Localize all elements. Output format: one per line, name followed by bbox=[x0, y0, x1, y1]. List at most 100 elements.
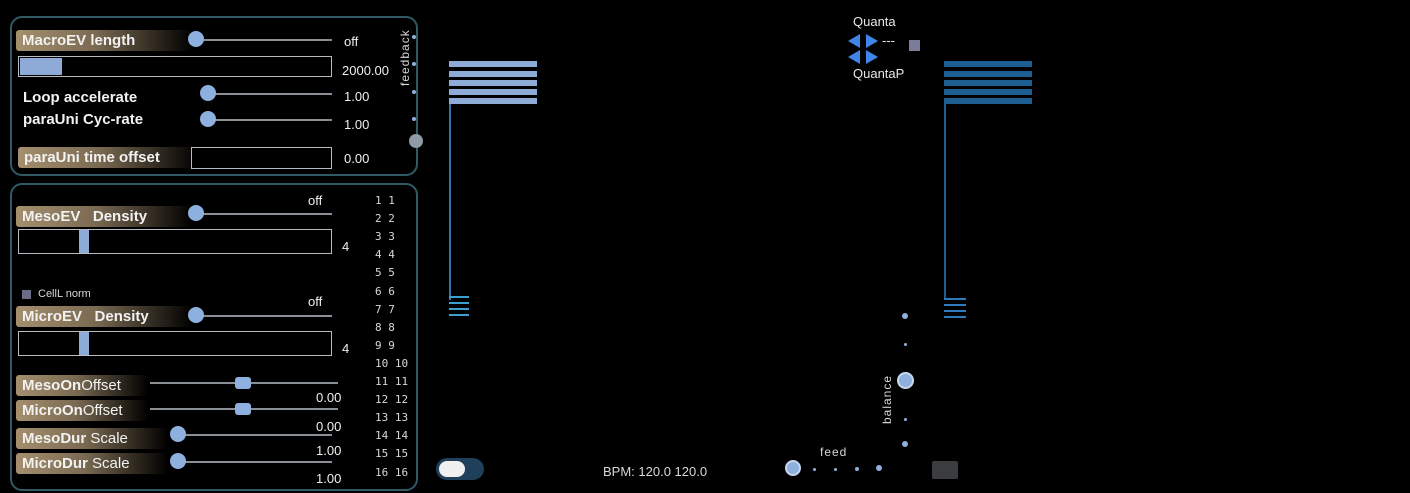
micro-density-box[interactable] bbox=[18, 331, 332, 356]
feed-label: feed bbox=[820, 445, 848, 459]
time-offset-box[interactable] bbox=[191, 147, 332, 169]
quanta-value: --- bbox=[882, 33, 895, 48]
macro-length-box-fill bbox=[20, 58, 62, 75]
channel-number: 7 7 bbox=[375, 302, 395, 316]
micro-dur-scale-track[interactable] bbox=[178, 461, 332, 463]
left-tick-3 bbox=[449, 308, 469, 310]
meso-dur-a: MesoDur bbox=[22, 430, 87, 447]
cyc-rate-label-a: paraUni bbox=[23, 111, 79, 128]
micro-on-a: MicroOn bbox=[22, 402, 83, 419]
micro-dur-scale-knob[interactable] bbox=[170, 453, 186, 469]
time-offset-value: 0.00 bbox=[344, 151, 370, 166]
meso-status: off bbox=[308, 193, 323, 208]
feed-dot-4[interactable] bbox=[876, 465, 882, 471]
meso-density-box[interactable] bbox=[18, 229, 332, 254]
micro-label-b: Density bbox=[94, 308, 149, 325]
meso-label-b: Density bbox=[92, 208, 148, 225]
meso-density-marker bbox=[79, 230, 89, 253]
macro-length-slider-knob[interactable] bbox=[188, 31, 204, 47]
cyc-rate-knob[interactable] bbox=[200, 111, 216, 127]
right-tick-2 bbox=[944, 304, 966, 306]
left-tick-4 bbox=[449, 314, 469, 316]
right-bar-stem bbox=[944, 104, 946, 300]
balance-dot-2[interactable] bbox=[904, 343, 907, 346]
cyc-rate-value: 1.00 bbox=[344, 117, 370, 132]
quanta-arrows-icon[interactable] bbox=[848, 34, 878, 48]
left-bar-2 bbox=[449, 71, 537, 77]
balance-dot-1[interactable] bbox=[902, 313, 908, 319]
micro-dur-b: Scale bbox=[92, 455, 130, 472]
play-toggle-thumb bbox=[439, 461, 465, 477]
cyc-rate-label: paraUni Cyc-rate bbox=[23, 111, 143, 128]
cyc-rate-track[interactable] bbox=[210, 119, 332, 121]
feed-dot-2[interactable] bbox=[834, 468, 837, 471]
feed-dot-1[interactable] bbox=[813, 468, 816, 471]
meso-density-knob[interactable] bbox=[188, 205, 204, 221]
channel-number: 11 11 bbox=[375, 375, 409, 388]
left-bar-4 bbox=[449, 89, 537, 95]
channel-number: 16 16 bbox=[375, 465, 409, 479]
feedback-dot-2[interactable] bbox=[412, 62, 416, 66]
right-tick-3 bbox=[944, 310, 966, 312]
micro-dur-a: MicroDur bbox=[22, 455, 88, 472]
meso-dur-scale-track[interactable] bbox=[178, 434, 332, 436]
meso-dur-b: Scale bbox=[90, 430, 128, 447]
channel-number: 8 8 bbox=[375, 320, 395, 334]
micro-density-label: MicroEV Density bbox=[16, 306, 193, 327]
right-bar-3 bbox=[944, 80, 1032, 86]
micro-density-knob[interactable] bbox=[188, 307, 204, 323]
micro-density-track[interactable] bbox=[196, 315, 332, 317]
loop-accelerate-value: 1.00 bbox=[344, 89, 370, 104]
loop-accelerate-track[interactable] bbox=[210, 93, 332, 95]
feed-dot-3[interactable] bbox=[855, 467, 859, 471]
left-bar-stem bbox=[449, 104, 451, 300]
loop-accelerate-label: Loop accelerate bbox=[23, 89, 138, 106]
feedback-label: feedback bbox=[398, 29, 412, 86]
meso-on-offset-label: MesoOnOffset bbox=[16, 375, 148, 396]
left-bar-5 bbox=[449, 98, 537, 104]
time-offset-label: paraUni time offset bbox=[18, 147, 198, 168]
right-tick-1 bbox=[944, 298, 966, 300]
micro-dur-scale-label: MicroDur Scale bbox=[16, 453, 168, 474]
meso-on-a: MesoOn bbox=[22, 377, 82, 394]
feedback-dot-1[interactable] bbox=[412, 35, 416, 39]
quanta-toggle[interactable] bbox=[909, 40, 920, 51]
play-toggle[interactable] bbox=[436, 458, 484, 480]
micro-on-offset-knob[interactable] bbox=[235, 403, 251, 415]
balance-knob[interactable] bbox=[897, 372, 914, 389]
loop-accelerate-knob[interactable] bbox=[200, 85, 216, 101]
quantap-arrows-icon[interactable] bbox=[848, 50, 878, 64]
folder-icon[interactable] bbox=[932, 461, 958, 479]
balance-dot-4[interactable] bbox=[902, 441, 908, 447]
meso-on-offset-knob[interactable] bbox=[235, 377, 251, 389]
micro-on-b: Offset bbox=[82, 402, 123, 419]
macro-length-label: MacroEV length bbox=[16, 30, 193, 51]
quanta-label: Quanta bbox=[853, 14, 896, 29]
left-tick-2 bbox=[449, 302, 469, 304]
meso-density-value: 4 bbox=[342, 239, 350, 254]
meso-dur-scale-knob[interactable] bbox=[170, 426, 186, 442]
feedback-dot-4[interactable] bbox=[412, 117, 416, 121]
micro-density-marker bbox=[79, 332, 89, 355]
feed-knob[interactable] bbox=[785, 460, 801, 476]
channel-number: 6 6 bbox=[375, 284, 395, 298]
macro-length-box[interactable] bbox=[18, 56, 332, 77]
channel-number: 13 13 bbox=[375, 411, 409, 425]
channel-number: 1 1 bbox=[375, 194, 395, 207]
micro-dur-scale-value: 1.00 bbox=[316, 471, 342, 486]
balance-dot-3[interactable] bbox=[904, 418, 907, 421]
cyc-rate-label-b: Cyc-rate bbox=[83, 111, 144, 128]
micro-status: off bbox=[308, 294, 323, 309]
channel-number: 9 9 bbox=[375, 338, 395, 352]
meso-on-b: Offset bbox=[81, 377, 121, 394]
micro-on-offset-label: MicroOnOffset bbox=[16, 400, 148, 421]
right-bar-1 bbox=[944, 61, 1032, 67]
cell-norm-checkbox[interactable] bbox=[22, 290, 31, 299]
meso-density-track[interactable] bbox=[196, 213, 332, 215]
feedback-dot-3[interactable] bbox=[412, 90, 416, 94]
feedback-knob[interactable] bbox=[409, 134, 423, 148]
right-bar-5 bbox=[944, 98, 1032, 104]
macro-length-track[interactable] bbox=[196, 39, 332, 41]
micro-on-offset-value: 0.00 bbox=[316, 419, 342, 434]
meso-label-a: MesoEV bbox=[22, 208, 81, 225]
